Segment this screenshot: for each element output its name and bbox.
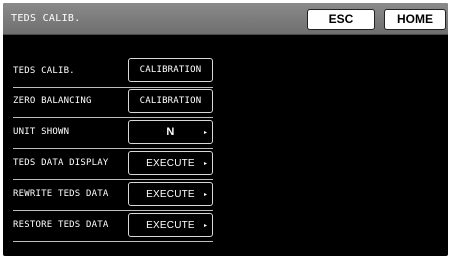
teds-data-display-button-label: EXECUTE bbox=[146, 157, 195, 169]
chevron-right-icon: ▸ bbox=[203, 129, 207, 136]
teds-calib-label: TEDS CALIB. bbox=[13, 66, 75, 76]
teds-calib-calibration-button[interactable]: CALIBRATION bbox=[128, 58, 213, 82]
title-bar: TEDS CALIB. ESC HOME bbox=[3, 3, 448, 35]
chevron-right-icon: ▸ bbox=[203, 160, 207, 167]
teds-data-display-label: TEDS DATA DISPLAY bbox=[13, 158, 109, 168]
esc-button[interactable]: ESC bbox=[307, 9, 375, 30]
zero-balancing-calibration-button[interactable]: CALIBRATION bbox=[128, 89, 213, 113]
rewrite-teds-data-label: REWRITE TEDS DATA bbox=[13, 189, 109, 199]
page-title: TEDS CALIB. bbox=[11, 13, 81, 24]
row-divider bbox=[13, 117, 213, 118]
chevron-right-icon: ▸ bbox=[203, 191, 207, 198]
row-divider bbox=[13, 210, 213, 211]
unit-shown-value: N bbox=[166, 126, 175, 138]
rewrite-teds-data-button-label: EXECUTE bbox=[146, 188, 195, 200]
rewrite-teds-data-execute-button[interactable]: EXECUTE ▸ bbox=[128, 182, 213, 206]
screen-frame: TEDS CALIB. ESC HOME TEDS CALIB. CALIBRA… bbox=[3, 3, 448, 256]
row-divider bbox=[13, 148, 213, 149]
home-button[interactable]: HOME bbox=[384, 9, 446, 30]
restore-teds-data-button-label: EXECUTE bbox=[146, 219, 195, 231]
restore-teds-data-execute-button[interactable]: EXECUTE ▸ bbox=[128, 213, 213, 237]
row-divider bbox=[13, 87, 213, 88]
zero-balancing-button-label: CALIBRATION bbox=[139, 96, 202, 106]
unit-shown-select-button[interactable]: N ▸ bbox=[128, 120, 213, 144]
teds-data-display-execute-button[interactable]: EXECUTE ▸ bbox=[128, 151, 213, 175]
chevron-right-icon: ▸ bbox=[203, 222, 207, 229]
unit-shown-label: UNIT SHOWN bbox=[13, 127, 70, 137]
restore-teds-data-label: RESTORE TEDS DATA bbox=[13, 220, 109, 230]
row-divider bbox=[13, 179, 213, 180]
teds-calib-button-label: CALIBRATION bbox=[139, 65, 202, 75]
zero-balancing-label: ZERO BALANCING bbox=[13, 96, 92, 106]
row-divider bbox=[13, 241, 213, 242]
